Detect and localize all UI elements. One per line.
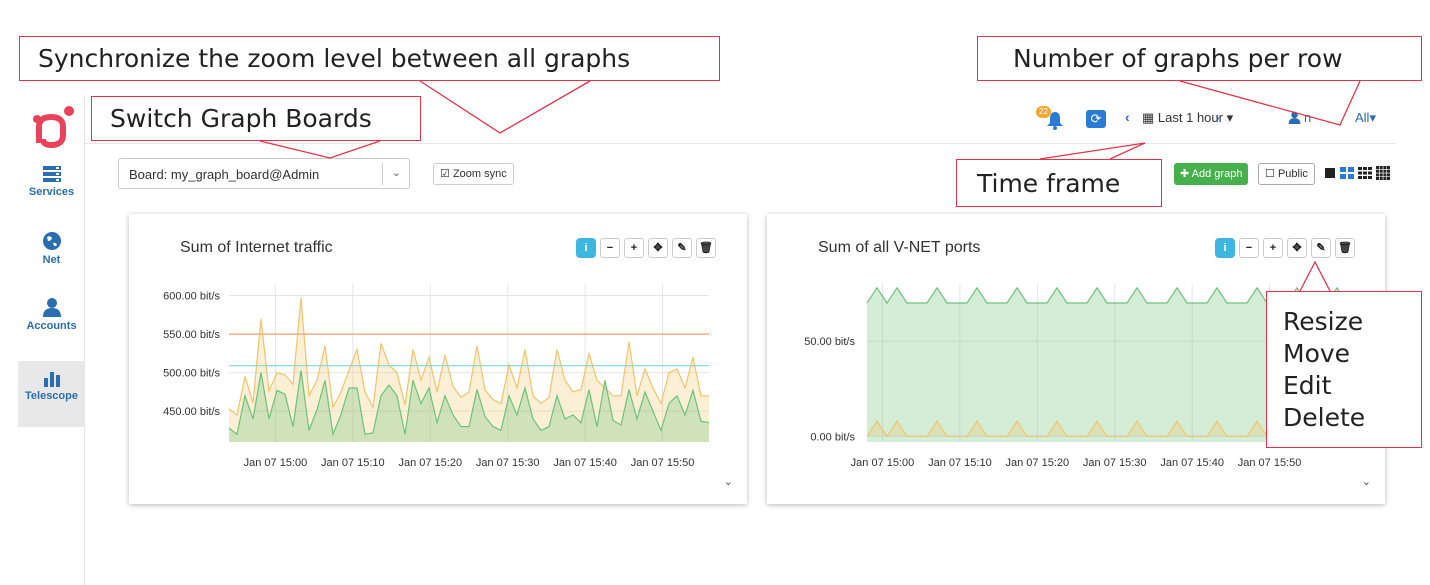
y-tick-label: 0.00 bit/s [810, 431, 855, 443]
checkbox-empty-icon: ☐ [1265, 168, 1275, 180]
x-tick-label: Jan 07 15:50 [631, 457, 695, 469]
move-button[interactable]: ✥ [1287, 238, 1307, 258]
grow-button[interactable]: + [1263, 238, 1283, 258]
annotation-time-frame: Time frame [956, 159, 1162, 207]
x-tick-label: Jan 07 15:10 [928, 457, 992, 469]
edit-button[interactable]: ✎ [1311, 238, 1331, 258]
y-tick-label: 550.00 bit/s [163, 329, 220, 341]
timeframe-next-button[interactable]: › [1215, 109, 1220, 125]
info-button[interactable]: i [1215, 238, 1235, 258]
annotation-switch-boards: Switch Graph Boards [91, 96, 421, 141]
public-label: Public [1277, 168, 1308, 180]
y-tick-label: 50.00 bit/s [804, 336, 855, 348]
zoom-sync-label: Zoom sync [452, 168, 507, 180]
graph-toolbar: i − + ✥ ✎ 🗑 [1215, 238, 1355, 258]
annotation-text: Move [1283, 339, 1351, 368]
scope-label: All▾ [1355, 110, 1376, 125]
chevron-down-icon[interactable]: ⌄ [724, 475, 733, 488]
globe-icon [42, 232, 61, 250]
y-tick-label: 600.00 bit/s [163, 291, 220, 303]
user-name: n [1304, 110, 1312, 125]
annotation-text: Edit [1283, 371, 1332, 400]
board-select-value: Board: my_graph_board@Admin [129, 167, 320, 182]
annotation-zoom-sync: Synchronize the zoom level between all g… [19, 36, 720, 81]
one-per-row-icon[interactable] [1323, 166, 1337, 180]
bar-chart-icon [43, 372, 60, 387]
header-divider [85, 143, 1396, 144]
shrink-button[interactable]: − [600, 238, 620, 258]
info-button[interactable]: i [576, 238, 596, 258]
sidebar-item-label: Services [28, 186, 75, 198]
move-button[interactable]: ✥ [648, 238, 668, 258]
annotation-text: Number of graphs per row [1013, 44, 1343, 73]
annotation-panel-tools: Resize Move Edit Delete [1266, 291, 1422, 448]
edit-button[interactable]: ✎ [672, 238, 692, 258]
sidebar-item-net[interactable]: Net [18, 223, 85, 289]
zoom-sync-button[interactable]: ☑ Zoom sync [433, 163, 514, 185]
graph-title: Sum of Internet traffic [180, 239, 333, 256]
pointer-zoom-sync [419, 80, 591, 134]
annotation-text: Switch Graph Boards [110, 104, 372, 133]
x-tick-label: Jan 07 15:20 [398, 457, 462, 469]
x-tick-label: Jan 07 15:30 [1083, 457, 1147, 469]
sidebar-item-telescope[interactable]: Telescope [18, 361, 85, 427]
y-tick-label: 450.00 bit/s [163, 406, 220, 418]
sidebar: Services Net Accounts Telescope [18, 95, 85, 585]
graph-panel: 600.00 bit/s 550.00 bit/s 500.00 bit/s 450.… [129, 214, 747, 504]
annotation-text: Synchronize the zoom level between all g… [38, 44, 631, 73]
select-separator [382, 163, 383, 185]
plus-icon: ✚ [1180, 168, 1190, 180]
refresh-button[interactable]: ⟳ [1086, 110, 1106, 128]
grow-button[interactable]: + [624, 238, 644, 258]
board-select[interactable]: Board: my_graph_board@Admin ⌄ [118, 158, 410, 189]
notifications-button[interactable]: 22 [1036, 106, 1065, 135]
y-tick-label: 500.00 bit/s [163, 368, 220, 380]
chevron-down-icon[interactable]: ⌄ [1362, 475, 1371, 488]
user-menu[interactable]: n [1288, 110, 1311, 125]
x-tick-label: Jan 07 15:20 [1006, 457, 1070, 469]
add-graph-button[interactable]: ✚ Add graph [1174, 163, 1249, 185]
user-icon [42, 298, 61, 317]
x-tick-label: Jan 07 15:50 [1238, 457, 1302, 469]
sidebar-item-label: Accounts [26, 320, 77, 332]
graph-title: Sum of all V-NET ports [818, 239, 981, 256]
notification-badge: 22 [1036, 106, 1051, 118]
annotation-text: Resize [1283, 307, 1364, 336]
x-tick-label: Jan 07 15:10 [321, 457, 385, 469]
sidebar-item-accounts[interactable]: Accounts [18, 289, 85, 355]
two-per-row-icon[interactable] [1340, 166, 1354, 180]
annotation-text: Delete [1283, 403, 1366, 432]
x-tick-label: Jan 07 15:00 [851, 457, 915, 469]
x-tick-label: Jan 07 15:40 [553, 457, 617, 469]
pointer-time-frame [1039, 142, 1146, 160]
x-tick-label: Jan 07 15:30 [476, 457, 540, 469]
timeframe-prev-button[interactable]: ‹ [1125, 109, 1130, 125]
sidebar-item-label: Telescope [25, 390, 78, 402]
x-tick-label: Jan 07 15:00 [244, 457, 308, 469]
shrink-button[interactable]: − [1239, 238, 1259, 258]
user-icon [1288, 111, 1301, 124]
checkbox-icon: ☑ [440, 168, 450, 180]
telescope-page: Services Net Accounts Telescope 22 ⟳ ‹ ▦… [0, 0, 1430, 585]
graph-toolbar: i − + ✥ ✎ 🗑 [576, 238, 716, 258]
timeframe-label: Last 1 hour ▾ [1157, 110, 1234, 125]
annotation-text: Time frame [977, 169, 1121, 198]
delete-button[interactable]: 🗑 [696, 238, 716, 258]
delete-button[interactable]: 🗑 [1335, 238, 1355, 258]
x-tick-label: Jan 07 15:40 [1160, 457, 1224, 469]
sidebar-item-services[interactable]: Services [18, 157, 85, 223]
annotation-per-row: Number of graphs per row [977, 36, 1422, 81]
server-icon [42, 166, 61, 182]
three-per-row-icon[interactable] [1358, 166, 1372, 180]
scope-dropdown[interactable]: All▾ [1355, 110, 1376, 126]
app-logo[interactable] [31, 105, 75, 149]
public-toggle[interactable]: ☐ Public [1258, 163, 1315, 185]
four-per-row-icon[interactable] [1376, 166, 1390, 180]
chevron-down-icon: ⌄ [391, 167, 401, 179]
sidebar-item-label: Net [42, 254, 61, 266]
add-graph-label: Add graph [1191, 168, 1243, 180]
calendar-icon: ▦ [1142, 110, 1155, 125]
refresh-icon: ⟳ [1090, 111, 1102, 126]
